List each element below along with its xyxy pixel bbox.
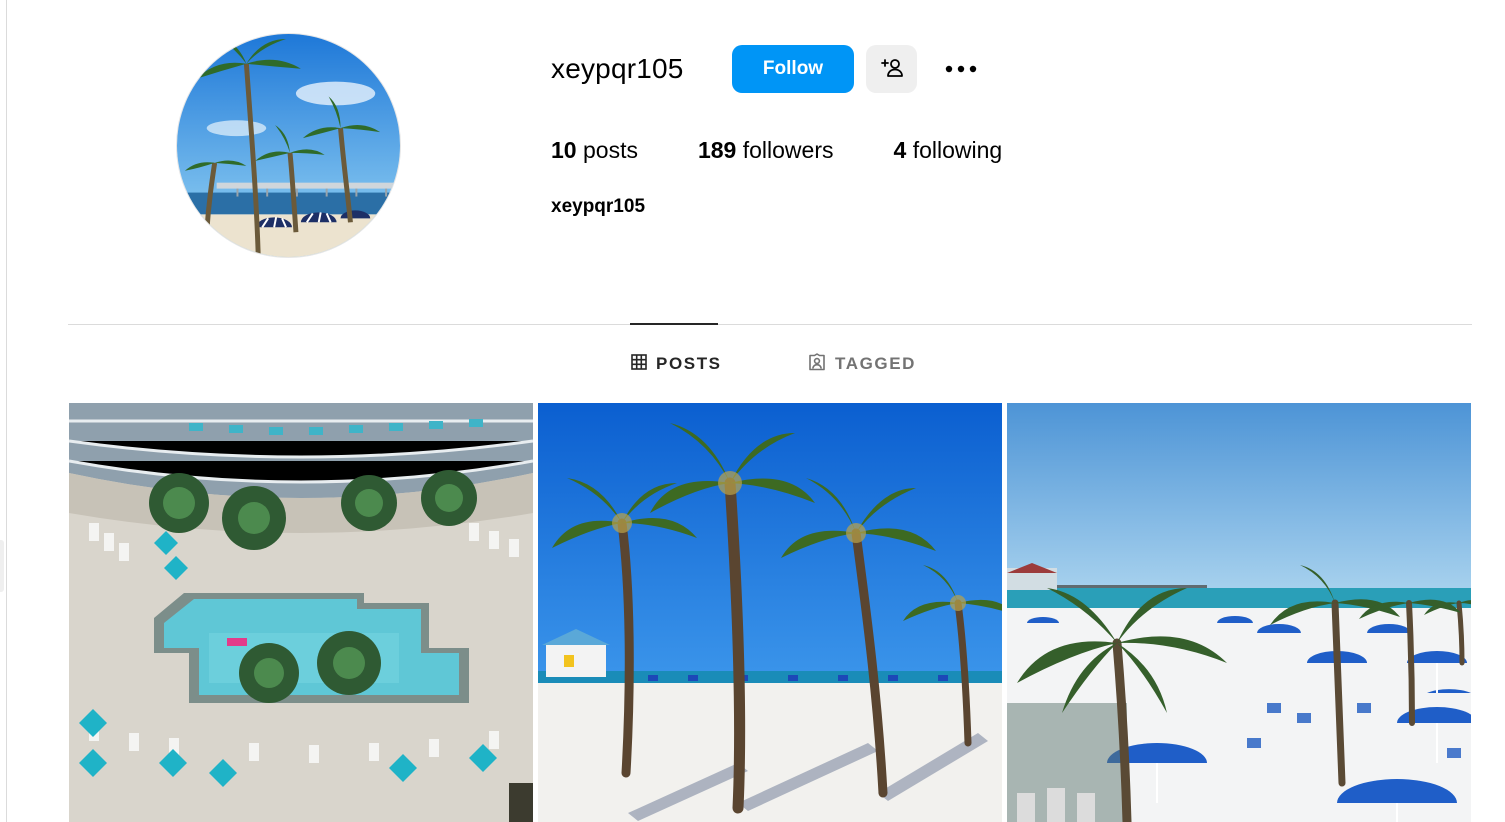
avatar-photo [177, 34, 400, 257]
posts-count-value: 10 [551, 137, 577, 163]
following-count-value: 4 [893, 137, 907, 163]
post-thumbnail-2[interactable] [538, 403, 1002, 822]
posts-grid [69, 403, 1471, 822]
post-image-palms-beach [538, 403, 1002, 822]
post-image-aerial-pool [69, 403, 533, 822]
tab-tagged[interactable]: TAGGED [808, 350, 916, 378]
following-count-label: following [912, 137, 1003, 163]
post-thumbnail-3[interactable] [1007, 403, 1471, 822]
avatar[interactable] [176, 33, 401, 258]
profile-username: xeypqr105 [551, 53, 684, 84]
profile-stats: 10 posts 189 followers 4 following [551, 135, 1062, 165]
followers-count-value: 189 [697, 137, 737, 163]
tab-posts[interactable]: POSTS [631, 350, 722, 378]
post-image-beach-umbrellas [1007, 403, 1471, 822]
followers-count-label: followers [742, 137, 834, 163]
add-person-icon [880, 58, 904, 81]
suggested-accounts-button[interactable] [866, 45, 917, 93]
scroll-handle[interactable] [0, 540, 4, 592]
posts-count-label: posts [582, 137, 638, 163]
tagged-icon [808, 352, 835, 376]
tabs-divider [68, 324, 1472, 325]
sidebar-edge [6, 0, 7, 822]
grid-icon [631, 353, 656, 375]
profile-full-name: xeypqr105 [551, 196, 646, 217]
following-link[interactable]: 4 following [894, 135, 1003, 165]
tab-posts-label: POSTS [656, 354, 722, 373]
more-options-icon [944, 62, 978, 77]
more-options-button[interactable] [938, 52, 984, 86]
active-tab-indicator [630, 323, 718, 325]
followers-link[interactable]: 189 followers [698, 135, 834, 165]
post-thumbnail-1[interactable] [69, 403, 533, 822]
follow-button[interactable]: Follow [732, 45, 854, 93]
posts-count: 10 posts [551, 135, 638, 165]
tab-tagged-label: TAGGED [835, 354, 917, 373]
